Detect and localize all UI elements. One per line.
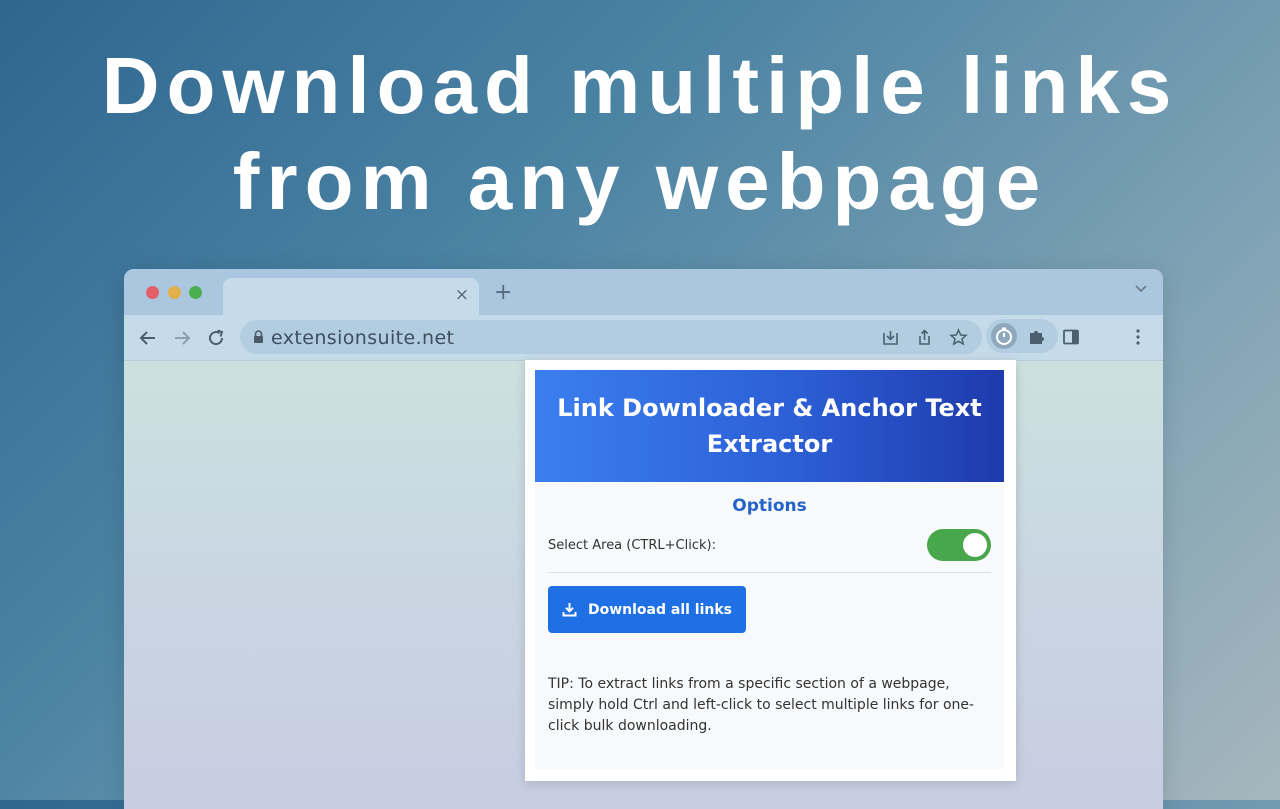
headline: Download multiple links from any webpage [0, 38, 1280, 230]
download-icon [562, 603, 577, 617]
toggle-knob [963, 533, 987, 557]
select-area-toggle[interactable] [927, 529, 991, 561]
popup-body: Options Select Area (CTRL+Click): Downlo… [535, 482, 1004, 769]
select-area-label: Select Area (CTRL+Click): [548, 538, 716, 553]
minimize-window-dot[interactable] [168, 286, 181, 299]
headline-line-2: from any webpage [232, 137, 1048, 226]
browser-tab[interactable]: × [223, 278, 479, 315]
back-arrow-icon[interactable] [137, 327, 159, 349]
bookmark-star-icon[interactable] [949, 328, 968, 347]
download-button-label: Download all links [587, 601, 733, 618]
extensions-area [986, 319, 1058, 353]
chevron-down-icon[interactable] [1135, 285, 1147, 293]
popup-header: Link Downloader & Anchor Text Extractor [535, 370, 1004, 482]
popup-title: Link Downloader & Anchor Text Extractor [557, 394, 982, 458]
side-panel-icon[interactable] [1062, 328, 1080, 346]
browser-toolbar: extensionsuite.net [124, 315, 1163, 361]
extension-popup: Link Downloader & Anchor Text Extractor … [525, 360, 1016, 781]
lock-icon [254, 330, 263, 343]
headline-line-1: Download multiple links [101, 41, 1179, 130]
puzzle-icon[interactable] [1027, 327, 1046, 346]
install-app-icon[interactable] [881, 328, 900, 347]
divider [548, 572, 991, 573]
tab-close-icon[interactable]: × [455, 285, 469, 305]
tab-bar: × + [124, 269, 1163, 315]
tip-text: TIP: To extract links from a specific se… [548, 676, 975, 734]
url-text: extensionsuite.net [271, 327, 455, 349]
address-bar[interactable]: extensionsuite.net [240, 320, 982, 354]
new-tab-icon[interactable]: + [494, 282, 512, 304]
maximize-window-dot[interactable] [189, 286, 202, 299]
download-all-links-button[interactable]: Download all links [548, 586, 746, 633]
close-window-dot[interactable] [146, 286, 159, 299]
more-menu-icon[interactable] [1134, 328, 1142, 346]
link-downloader-extension-icon[interactable] [990, 322, 1018, 350]
reload-icon[interactable] [205, 327, 227, 349]
options-heading: Options [732, 496, 807, 516]
forward-arrow-icon[interactable] [171, 327, 193, 349]
share-icon[interactable] [915, 328, 934, 347]
